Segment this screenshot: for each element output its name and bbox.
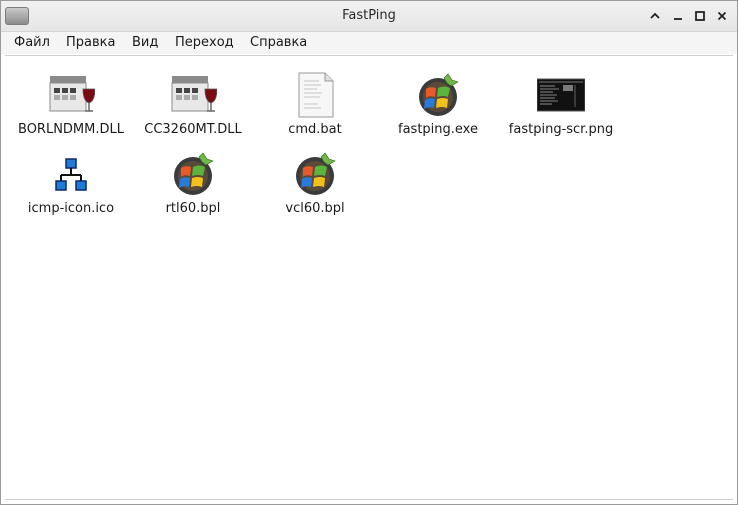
file-item[interactable]: fastping.exe bbox=[378, 63, 498, 141]
close-button[interactable] bbox=[713, 7, 731, 25]
file-name: vcl60.bpl bbox=[285, 201, 345, 216]
file-name: BORLNDMM.DLL bbox=[18, 122, 124, 137]
file-manager-window: FastPing Файл Правка Вид Переход Справка… bbox=[0, 0, 738, 505]
file-item[interactable]: CC3260MT.DLL bbox=[133, 63, 253, 141]
windows-exe-icon bbox=[174, 152, 214, 195]
chevron-up-icon bbox=[650, 12, 660, 19]
menu-view[interactable]: Вид bbox=[132, 35, 158, 51]
file-item[interactable]: vcl60.bpl bbox=[255, 142, 375, 220]
file-item[interactable]: icmp-icon.ico bbox=[11, 142, 131, 220]
file-name: fastping.exe bbox=[398, 122, 478, 137]
file-name: cmd.bat bbox=[288, 122, 342, 137]
maximize-button[interactable] bbox=[691, 7, 709, 25]
window-title: FastPing bbox=[342, 8, 396, 23]
file-item[interactable]: BORLNDMM.DLL bbox=[11, 63, 131, 141]
file-view[interactable]: BORLNDMM.DLL CC3260MT.DLL cmd.bat fastpi… bbox=[5, 57, 733, 499]
file-item[interactable]: cmd.bat bbox=[255, 63, 375, 141]
menu-go[interactable]: Переход bbox=[175, 35, 234, 51]
file-name: fastping-scr.png bbox=[508, 122, 614, 137]
file-name: rtl60.bpl bbox=[165, 201, 221, 216]
status-separator bbox=[5, 499, 733, 500]
menu-edit[interactable]: Правка bbox=[66, 35, 115, 51]
file-name: icmp-icon.ico bbox=[27, 201, 115, 216]
minimize-button[interactable] bbox=[646, 7, 664, 25]
close-icon bbox=[717, 11, 727, 21]
network-icon bbox=[55, 158, 87, 191]
restore-button[interactable] bbox=[669, 7, 687, 25]
file-item[interactable]: fastping-scr.png bbox=[501, 63, 621, 141]
wine-dll-icon bbox=[171, 76, 217, 112]
file-name: CC3260MT.DLL bbox=[144, 122, 242, 137]
menu-file[interactable]: Файл bbox=[14, 35, 50, 51]
windows-exe-icon bbox=[296, 152, 336, 195]
wine-dll-icon bbox=[49, 76, 95, 112]
minimize-icon bbox=[674, 18, 682, 20]
file-item[interactable]: rtl60.bpl bbox=[133, 142, 253, 220]
text-file-icon bbox=[298, 72, 334, 118]
windows-exe-icon bbox=[419, 73, 459, 116]
title-bar[interactable]: FastPing bbox=[1, 1, 737, 32]
menu-bar: Файл Правка Вид Переход Справка bbox=[1, 32, 737, 54]
maximize-icon bbox=[695, 11, 705, 21]
menu-separator bbox=[5, 55, 733, 56]
menu-help[interactable]: Справка bbox=[250, 35, 307, 51]
image-thumbnail-icon bbox=[537, 78, 585, 112]
